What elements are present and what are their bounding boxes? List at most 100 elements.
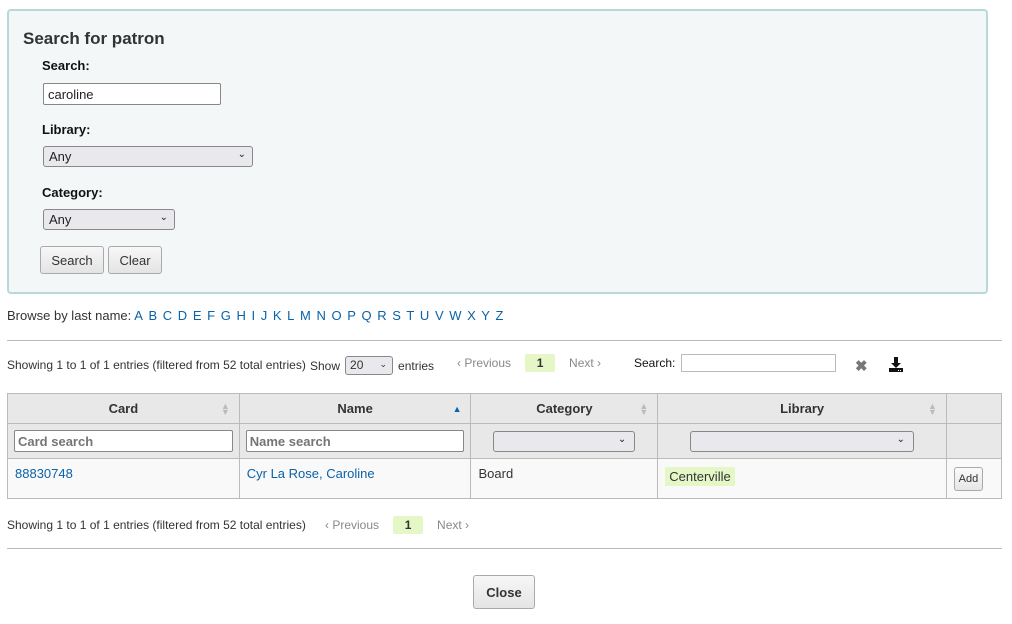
pagination-bottom: ‹ Previous 1 Next › [325, 516, 469, 534]
sort-icon: ▲ ▼ [220, 401, 230, 417]
filter-cell-category: ⌄ [470, 423, 659, 459]
letter-link-c[interactable]: C [163, 308, 172, 323]
chevron-down-icon: ⌄ [896, 433, 905, 445]
panel-title: Search for patron [23, 29, 165, 48]
clear-filter-icon[interactable]: ✖ [855, 357, 868, 375]
letter-link-m[interactable]: M [300, 308, 311, 323]
letter-link-w[interactable]: W [449, 308, 461, 323]
close-button[interactable]: Close [473, 575, 535, 609]
letter-link-k[interactable]: K [273, 308, 282, 323]
letter-link-j[interactable]: J [261, 308, 268, 323]
letter-link-r[interactable]: R [377, 308, 386, 323]
current-page[interactable]: 1 [393, 516, 424, 534]
column-header-name[interactable]: Name ▲ [238, 393, 472, 424]
column-label: Name [337, 401, 373, 416]
letter-link-f[interactable]: F [207, 308, 215, 323]
sort-icon: ▲ ▼ [639, 401, 649, 417]
previous-page-link[interactable]: ‹ Previous [457, 356, 511, 370]
next-page-link[interactable]: Next › [569, 356, 601, 370]
letter-link-p[interactable]: P [347, 308, 356, 323]
previous-label: Previous [332, 518, 380, 532]
table-search-label: Search: [634, 356, 676, 370]
letter-link-h[interactable]: H [236, 308, 245, 323]
divider [7, 340, 1002, 341]
letter-link-n[interactable]: N [316, 308, 325, 323]
filter-cell-actions [945, 423, 1003, 459]
next-label: Next [569, 356, 594, 370]
table-info-top: Showing 1 to 1 of 1 entries (filtered fr… [7, 358, 306, 372]
filter-cell-library: ⌄ [657, 423, 947, 459]
previous-label: Previous [464, 356, 512, 370]
letter-link-i[interactable]: I [251, 308, 255, 323]
browse-label: Browse by last name: [7, 308, 132, 323]
letter-link-x[interactable]: X [467, 308, 476, 323]
table-search: Search: [634, 354, 837, 372]
library-cell: Centerville [657, 458, 947, 499]
letter-link-l[interactable]: L [287, 308, 294, 323]
category-label: Category: [42, 185, 103, 200]
letter-links: A B C D E F G H I J K L M N O P Q R S T … [134, 308, 505, 323]
page-length-value: 20 [350, 358, 364, 372]
show-label: Show [310, 358, 341, 373]
library-badge: Centerville [665, 467, 735, 486]
letter-link-v[interactable]: V [435, 308, 444, 323]
chevron-down-icon: ⌄ [617, 433, 627, 445]
column-header-library[interactable]: Library ▲ ▼ [657, 393, 947, 424]
name-cell: Cyr La Rose, Caroline [238, 458, 472, 499]
letter-link-s[interactable]: S [392, 308, 401, 323]
card-cell: 88830748 [7, 458, 240, 499]
next-page-link[interactable]: Next › [437, 518, 469, 532]
category-filter-select[interactable]: ⌄ [493, 430, 636, 452]
column-header-actions [945, 393, 1003, 424]
library-label: Library: [42, 122, 91, 137]
add-button[interactable]: Add [953, 467, 983, 491]
action-cell: Add [945, 458, 1003, 499]
letter-link-e[interactable]: E [193, 308, 202, 323]
chevron-down-icon: ⌄ [237, 149, 246, 160]
letter-link-y[interactable]: Y [481, 308, 490, 323]
letter-link-d[interactable]: D [178, 308, 187, 323]
page-length-select[interactable]: 20 ⌄ [345, 356, 394, 375]
column-header-card[interactable]: Card ▲ ▼ [7, 393, 240, 424]
divider [7, 548, 1002, 549]
chevron-down-icon: ⌄ [159, 212, 168, 223]
letter-link-t[interactable]: T [406, 308, 414, 323]
library-select[interactable]: Any ⌄ [43, 146, 253, 167]
letter-link-g[interactable]: G [221, 308, 231, 323]
name-search-input[interactable] [245, 430, 465, 452]
filter-cell-card [7, 423, 240, 459]
letter-link-u[interactable]: U [420, 308, 429, 323]
column-label: Library [780, 401, 825, 416]
download-icon[interactable] [888, 357, 904, 373]
library-filter-select[interactable]: ⌄ [690, 430, 914, 452]
library-selected-value: Any [49, 149, 72, 164]
category-select[interactable]: Any ⌄ [43, 209, 175, 230]
current-page[interactable]: 1 [525, 354, 556, 372]
column-header-category[interactable]: Category ▲ ▼ [470, 393, 659, 424]
table-row: 88830748 Cyr La Rose, Caroline Board Cen… [7, 458, 1003, 499]
next-label: Next [437, 518, 462, 532]
page-length-control: Show 20 ⌄ entries [310, 356, 434, 375]
sort-icon: ▲ ▼ [928, 401, 937, 417]
table-search-input[interactable] [681, 354, 837, 372]
search-label: Search: [42, 58, 90, 73]
letter-link-a[interactable]: A [134, 308, 143, 323]
clear-button[interactable]: Clear [108, 246, 162, 274]
category-selected-value: Any [49, 212, 72, 227]
chevron-down-icon: ⌄ [379, 359, 388, 369]
patron-name-link[interactable]: Cyr La Rose, Caroline [247, 466, 375, 481]
card-number-link[interactable]: 88830748 [15, 466, 73, 481]
letter-link-z[interactable]: Z [496, 308, 504, 323]
patron-results-table: Card ▲▼ Name ▲ Category ▲▼ Library ▲▼ ⌄ ⌄ 88… [7, 393, 1003, 499]
letter-link-q[interactable]: Q [362, 308, 372, 323]
letter-link-o[interactable]: O [331, 308, 341, 323]
previous-page-link[interactable]: ‹ Previous [325, 518, 379, 532]
entries-label: entries [398, 358, 435, 373]
card-search-input[interactable] [14, 430, 233, 452]
category-cell: Board [470, 458, 659, 499]
column-label: Card [108, 401, 139, 416]
letter-link-b[interactable]: B [148, 308, 157, 323]
search-input[interactable] [43, 83, 221, 105]
search-button[interactable]: Search [40, 246, 104, 274]
table-info-bottom: Showing 1 to 1 of 1 entries (filtered fr… [7, 518, 306, 532]
